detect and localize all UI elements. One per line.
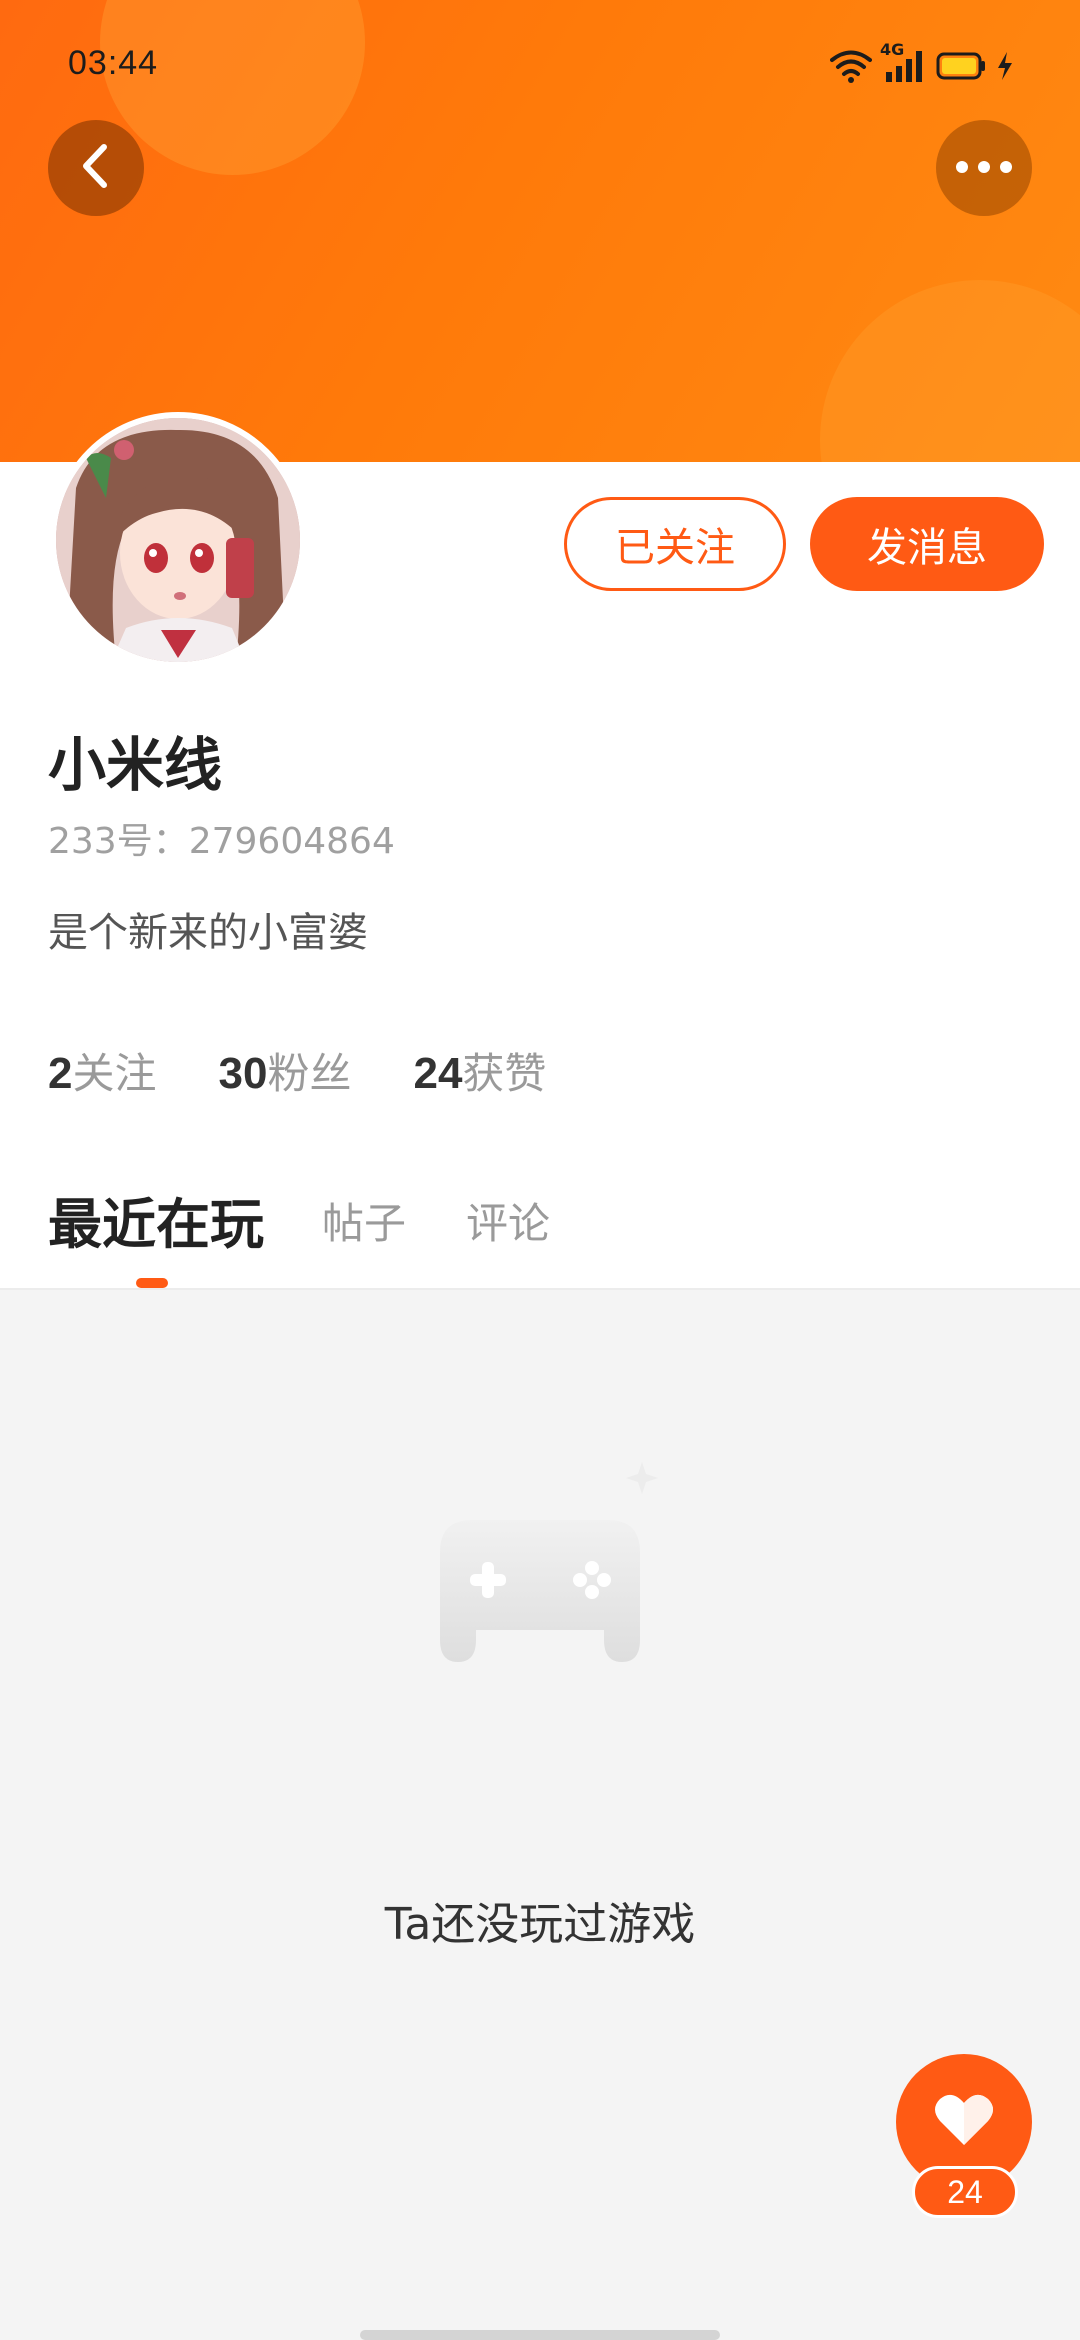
stat-label: 获赞 (462, 1049, 547, 1098)
more-dots-icon (954, 159, 1014, 178)
tab-comments[interactable]: 评论 (466, 1190, 550, 1251)
gamepad-icon (380, 1440, 700, 1740)
battery-icon (936, 51, 986, 81)
stat-following[interactable]: 2 关注 (48, 1040, 157, 1101)
wifi-icon (830, 49, 872, 83)
stat-followers[interactable]: 30 粉丝 (219, 1040, 352, 1101)
stat-label: 关注 (72, 1049, 157, 1098)
stat-number: 24 (413, 1049, 463, 1098)
tab-indicator (136, 1278, 168, 1288)
status-icons: 4G (830, 40, 1014, 86)
network-type: 4G (880, 40, 905, 59)
profile-page: 03:44 4G 已关注 发消息 小米线 233号：279604864 是个新来… (0, 0, 1080, 2340)
charging-icon (996, 51, 1014, 81)
follow-button[interactable]: 已关注 (564, 497, 786, 591)
status-bar: 03:44 4G (0, 0, 1080, 130)
more-button[interactable] (936, 120, 1032, 216)
empty-state-text: Ta还没玩过游戏 (384, 1899, 696, 1950)
stat-label: 粉丝 (267, 1049, 352, 1098)
stat-likes[interactable]: 24 获赞 (413, 1040, 546, 1101)
divider (0, 1288, 1080, 1290)
like-count: 24 (912, 2166, 1018, 2218)
stats-row: 2 关注 30 粉丝 24 获赞 (48, 1040, 546, 1101)
chevron-left-icon (76, 141, 116, 195)
tab-recently-played[interactable]: 最近在玩 (48, 1180, 264, 1259)
back-button[interactable] (48, 120, 144, 216)
user-id: 233号：279604864 (48, 821, 395, 862)
stat-number: 2 (48, 1049, 73, 1098)
home-indicator[interactable] (360, 2330, 720, 2340)
profile-tabs: 最近在玩 帖子 评论 (0, 1180, 1080, 1290)
status-time: 03:44 (68, 44, 159, 82)
signal-icon: 4G (880, 40, 926, 84)
username: 小米线 (48, 731, 223, 799)
avatar[interactable] (50, 412, 306, 668)
stat-number: 30 (218, 1049, 268, 1098)
bio: 是个新来的小富婆 (48, 910, 368, 956)
heart-icon (934, 2093, 994, 2151)
banner-decoration (820, 280, 1080, 462)
tab-posts[interactable]: 帖子 (322, 1190, 406, 1251)
message-button[interactable]: 发消息 (810, 497, 1044, 591)
